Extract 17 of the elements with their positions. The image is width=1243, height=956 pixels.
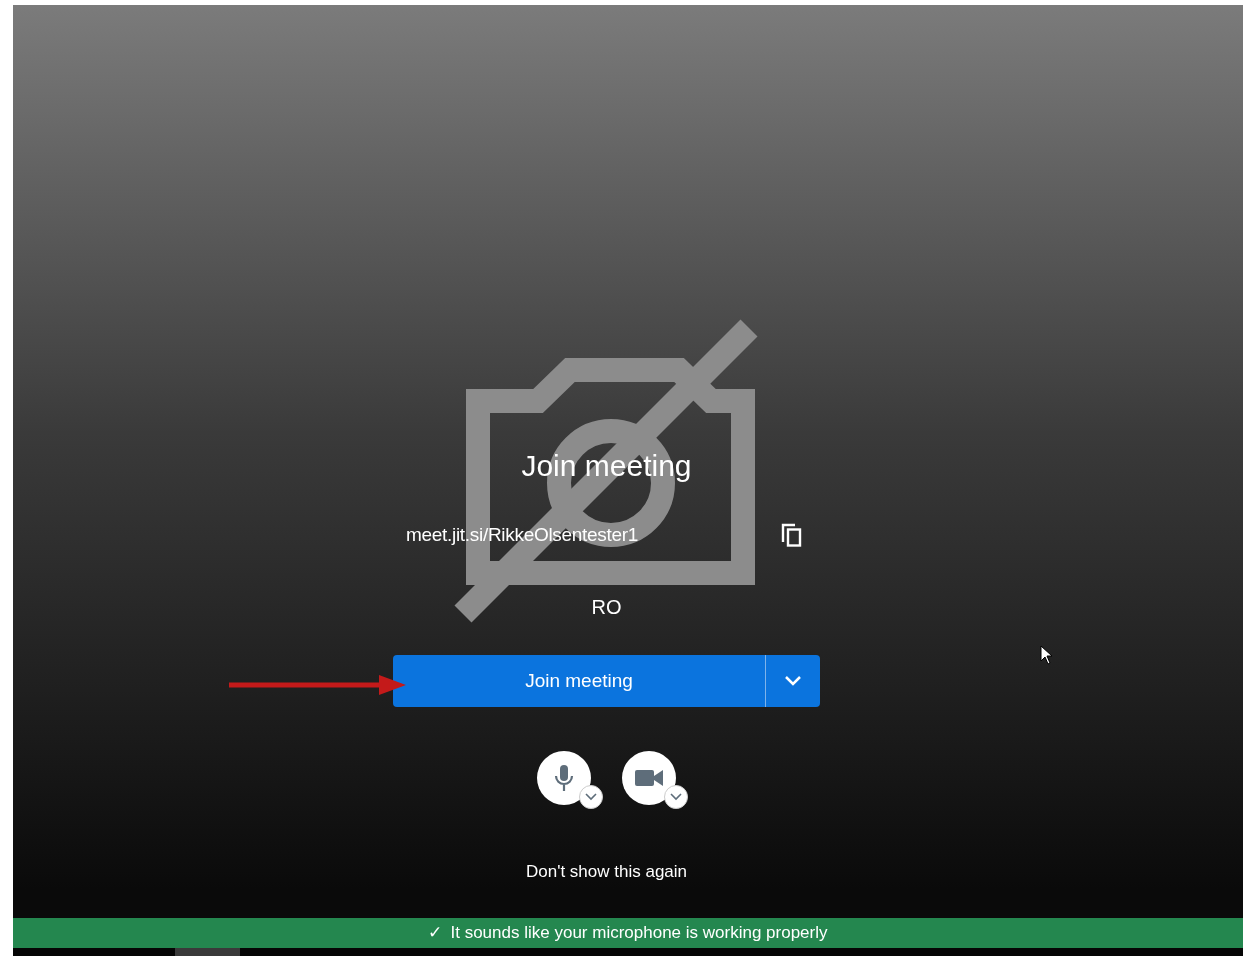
display-name: RO — [590, 595, 623, 619]
dont-show-again-link[interactable]: Don't show this again — [393, 862, 820, 882]
mouse-cursor-icon — [1040, 645, 1054, 665]
copy-icon — [780, 522, 804, 548]
chevron-down-icon — [784, 675, 802, 687]
scrollbar-thumb[interactable] — [175, 948, 240, 956]
device-options-button[interactable] — [664, 785, 688, 809]
check-icon: ✓ — [428, 920, 443, 946]
chevron-down-icon — [585, 793, 597, 801]
device-options-button[interactable] — [579, 785, 603, 809]
notification-text: It sounds like your microphone is working properly — [450, 922, 828, 945]
video-camera-icon — [635, 769, 663, 787]
camera-button[interactable] — [622, 751, 676, 805]
microphone-icon — [554, 764, 574, 792]
copy-button[interactable] — [780, 522, 804, 548]
chevron-down-icon — [670, 793, 682, 801]
microphone-button[interactable] — [537, 751, 591, 805]
